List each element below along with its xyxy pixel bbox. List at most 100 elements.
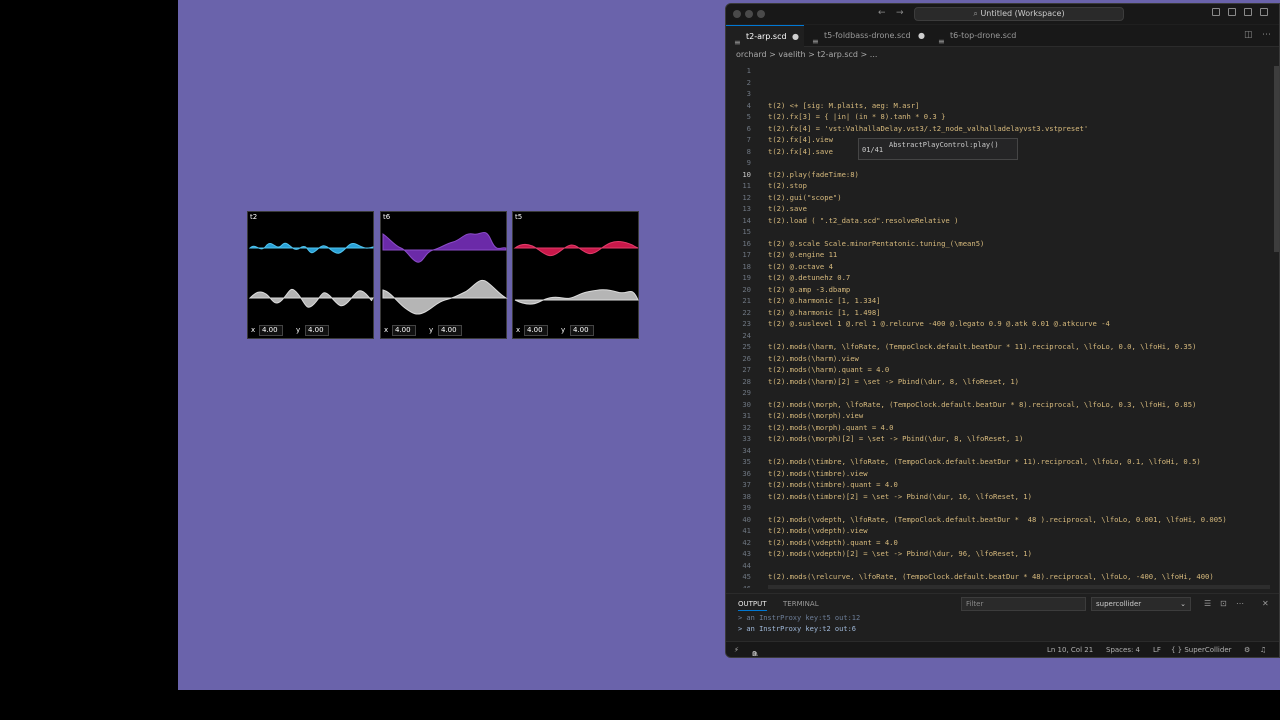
horizontal-scrollbar[interactable] <box>768 585 1270 589</box>
code-line[interactable]: 29 <box>726 387 1272 399</box>
code-line[interactable]: 5 t(2).fx[3] = { |in| (in * 8).tanh * 0.3… <box>726 111 1272 123</box>
code-line[interactable]: 22 t(2) @.harmonic [1, 1.498] <box>726 307 1272 319</box>
code-line[interactable]: 12 t(2).gui("scope") <box>726 192 1272 204</box>
code-line[interactable]: 35 t(2).mods(\timbre, \lfoRate, (TempoClo… <box>726 456 1272 468</box>
code-line[interactable]: 39 <box>726 502 1272 514</box>
language-mode[interactable]: { } SuperCollider <box>1171 646 1232 654</box>
code-line[interactable]: 19 t(2) @.detunehz 0.7 <box>726 272 1272 284</box>
toggle-secondary-sidebar-icon[interactable] <box>1244 8 1252 16</box>
output-channel-select[interactable]: supercollider ⌄ <box>1091 597 1191 611</box>
line-text: t(2).fx[3] = { |in| (in * 8).tanh * 0.3 … <box>768 112 946 121</box>
code-line[interactable]: 42 t(2).mods(\vdepth).quant = 4.0 <box>726 537 1272 549</box>
code-line[interactable]: 43 t(2).mods(\vdepth)[2] = \set -> Pbind(… <box>726 548 1272 560</box>
remote-icon[interactable]: ⚡ <box>734 646 739 654</box>
y-value-field[interactable]: 4.00 <box>570 325 594 336</box>
code-line[interactable]: 41 t(2).mods(\vdepth).view <box>726 525 1272 537</box>
code-line[interactable]: 23 t(2) @.suslevel 1 @.rel 1 @.relcurve -… <box>726 318 1272 330</box>
tab-t6-top-drone[interactable]: ≡ t6-top-drone.scd <box>930 25 1030 47</box>
breadcrumb-symbol[interactable]: ... <box>870 50 878 59</box>
line-number: 40 <box>742 514 751 524</box>
line-number: 8 <box>746 146 751 156</box>
scope-window-t6[interactable]: t6 x 4.00 y 4.00 <box>380 211 508 339</box>
code-line[interactable]: 25 t(2).mods(\harm, \lfoRate, (TempoClock… <box>726 341 1272 353</box>
code-line[interactable]: 36 t(2).mods(\timbre).view <box>726 468 1272 480</box>
overload-counter[interactable]: 01/41 <box>862 146 883 154</box>
lock-icon[interactable]: ⊡ <box>1220 599 1227 608</box>
y-value-field[interactable]: 4.00 <box>305 325 329 336</box>
filter-input[interactable]: Filter <box>961 597 1086 611</box>
toggle-panel-icon[interactable] <box>1228 8 1236 16</box>
tab-output[interactable]: OUTPUT <box>738 600 767 611</box>
x-value-field[interactable]: 4.00 <box>524 325 548 336</box>
code-line[interactable]: 27 t(2).mods(\harm).quant = 4.0 <box>726 364 1272 376</box>
code-line[interactable]: 34 <box>726 445 1272 457</box>
command-center-search[interactable]: ⌕ Untitled (Workspace) <box>914 7 1124 21</box>
cursor-position[interactable]: Ln 10, Col 21 <box>1047 646 1093 654</box>
code-line[interactable]: 30 t(2).mods(\morph, \lfoRate, (TempoCloc… <box>726 399 1272 411</box>
breadcrumb-subfolder[interactable]: vaelith <box>778 50 805 59</box>
code-line[interactable]: 18 t(2) @.octave 4 <box>726 261 1272 273</box>
line-number: 26 <box>742 353 751 363</box>
code-line[interactable]: 21 t(2) @.harmonic [1, 1.334] <box>726 295 1272 307</box>
code-line[interactable]: 45 t(2).mods(\relcurve, \lfoRate, (TempoC… <box>726 571 1272 583</box>
tab-t2-arp[interactable]: ≡ t2-arp.scd ● <box>726 25 804 47</box>
code-line[interactable]: 33 t(2).mods(\morph)[2] = \set -> Pbind(\… <box>726 433 1272 445</box>
code-line[interactable]: 26 t(2).mods(\harm).view <box>726 353 1272 365</box>
code-line[interactable]: 24 <box>726 330 1272 342</box>
code-line[interactable]: 28 t(2).mods(\harm)[2] = \set -> Pbind(\d… <box>726 376 1272 388</box>
more-icon[interactable]: ⋯ <box>1236 599 1244 608</box>
code-line[interactable]: 20 t(2) @.amp -3.dbamp <box>726 284 1272 296</box>
code-line[interactable]: 14 t(2).load ( ".t2_data.scd".resolveRela… <box>726 215 1272 227</box>
code-line[interactable]: 1 <box>726 65 1272 77</box>
line-text: t(2) @.harmonic [1, 1.498] <box>768 307 881 317</box>
tab-t5-foldbass-drone[interactable]: ≡ t5-foldbass-drone.scd ● <box>804 25 930 47</box>
code-line[interactable]: 11 t(2).stop <box>726 180 1272 192</box>
split-editor-icon[interactable]: ◫ <box>1244 30 1253 40</box>
code-line[interactable]: 32 t(2).mods(\morph).quant = 4.0 <box>726 422 1272 434</box>
y-label: y <box>429 326 434 334</box>
close-panel-icon[interactable]: ✕ <box>1262 599 1269 608</box>
x-value-field[interactable]: 4.00 <box>392 325 416 336</box>
tab-label: t2-arp.scd <box>746 32 787 41</box>
scope-window-t2[interactable]: t2 x 4.00 y 4.00 <box>247 211 374 339</box>
code-line[interactable]: 38 t(2).mods(\timbre)[2] = \set -> Pbind(… <box>726 491 1272 503</box>
status-bar: ⚡ ⊗ 0 ⚠ 0 Ln 10, Col 21 Spaces: 4 LF { }… <box>726 641 1279 657</box>
scrollbar-thumb[interactable] <box>1274 66 1279 252</box>
chevron-down-icon: ⌄ <box>1180 600 1186 608</box>
back-arrow-icon[interactable]: ← <box>878 8 886 18</box>
code-line[interactable]: 17 t(2) @.engine 11 <box>726 249 1272 261</box>
code-line[interactable]: 4 t(2) <+ [sig: M.plaits, aeg: M.asr] <box>726 100 1272 112</box>
code-line[interactable]: 37 t(2).mods(\timbre).quant = 4.0 <box>726 479 1272 491</box>
customize-layout-icon[interactable] <box>1260 8 1268 16</box>
breadcrumb-file[interactable]: t2-arp.scd <box>817 50 858 59</box>
close-window-button[interactable] <box>733 10 741 18</box>
code-line[interactable]: 40 t(2).mods(\vdepth, \lfoRate, (TempoClo… <box>726 514 1272 526</box>
notifications-icon[interactable]: ♫ <box>1260 646 1266 654</box>
y-value-field[interactable]: 4.00 <box>438 325 462 336</box>
breadcrumb-folder[interactable]: orchard <box>736 50 767 59</box>
zoom-window-button[interactable] <box>757 10 765 18</box>
x-value-field[interactable]: 4.00 <box>259 325 283 336</box>
code-line[interactable]: 3 <box>726 88 1272 100</box>
scope-window-t5[interactable]: t5 x 4.00 y 4.00 <box>512 211 639 339</box>
line-number: 45 <box>742 572 751 581</box>
minimize-window-button[interactable] <box>745 10 753 18</box>
line-number: 9 <box>746 158 751 167</box>
code-line[interactable]: 16 t(2) @.scale Scale.minorPentatonic.tun… <box>726 238 1272 250</box>
list-icon[interactable]: ☰ <box>1204 599 1211 608</box>
forward-arrow-icon[interactable]: → <box>896 8 904 18</box>
settings-icon[interactable]: ⚙ <box>1244 646 1250 654</box>
code-line[interactable]: 2 <box>726 77 1272 89</box>
more-actions-icon[interactable]: ⋯ <box>1262 30 1271 40</box>
toggle-sidebar-icon[interactable] <box>1212 8 1220 16</box>
code-line[interactable]: 6 t(2).fx[4] = 'vst:ValhallaDelay.vst3/.t… <box>726 123 1272 135</box>
output-line: > an InstrProxy key:t2 out:6 <box>738 625 857 633</box>
tab-terminal[interactable]: TERMINAL <box>783 600 819 608</box>
code-line[interactable]: 13 t(2).save <box>726 203 1272 215</box>
code-line[interactable]: 44 <box>726 560 1272 572</box>
line-ending[interactable]: LF <box>1153 646 1161 654</box>
indentation[interactable]: Spaces: 4 <box>1106 646 1140 654</box>
code-line[interactable]: 31 t(2).mods(\morph).view <box>726 410 1272 422</box>
code-line[interactable]: 10 t(2).play(fadeTime:8) <box>726 169 1272 181</box>
code-line[interactable]: 15 <box>726 226 1272 238</box>
